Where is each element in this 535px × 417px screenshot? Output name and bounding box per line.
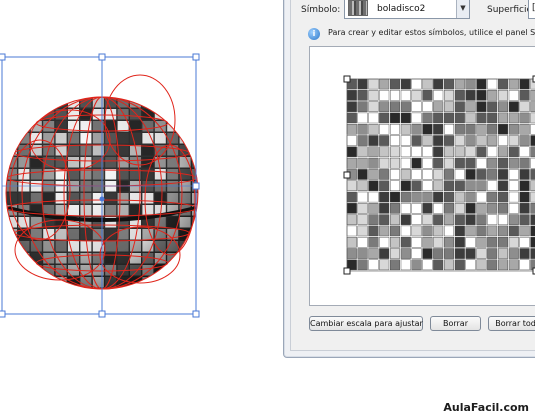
watermark-logo: AulaFacil.com [443, 401, 529, 414]
symbol-thumbnail [348, 0, 368, 16]
symbol-preview-artwork[interactable] [310, 47, 535, 306]
scale-to-fit-button[interactable]: Cambiar escala para ajustar [309, 316, 423, 331]
info-text: Para crear y editar estos símbolos, util… [328, 28, 535, 37]
symbol-value: boladisco2 [377, 4, 426, 14]
delete-all-button[interactable]: Borrar todo [488, 316, 535, 331]
info-icon: i [308, 28, 320, 40]
delete-button[interactable]: Borrar [430, 316, 481, 331]
chevron-down-icon[interactable]: ▼ [456, 0, 469, 18]
symbol-preview-panel[interactable] [309, 46, 535, 306]
surface-dropdown[interactable]: [- [528, 0, 535, 19]
artboard[interactable] [0, 0, 283, 417]
symbol-dropdown[interactable]: boladisco2 ▼ [344, 0, 470, 19]
dialog-body: Símbolo: boladisco2 ▼ Superficie: [- i P… [290, 0, 535, 351]
disco-ball-artwork[interactable] [0, 0, 283, 417]
map-art-dialog: Símbolo: boladisco2 ▼ Superficie: [- i P… [283, 0, 535, 358]
symbol-label: Símbolo: [301, 5, 341, 15]
